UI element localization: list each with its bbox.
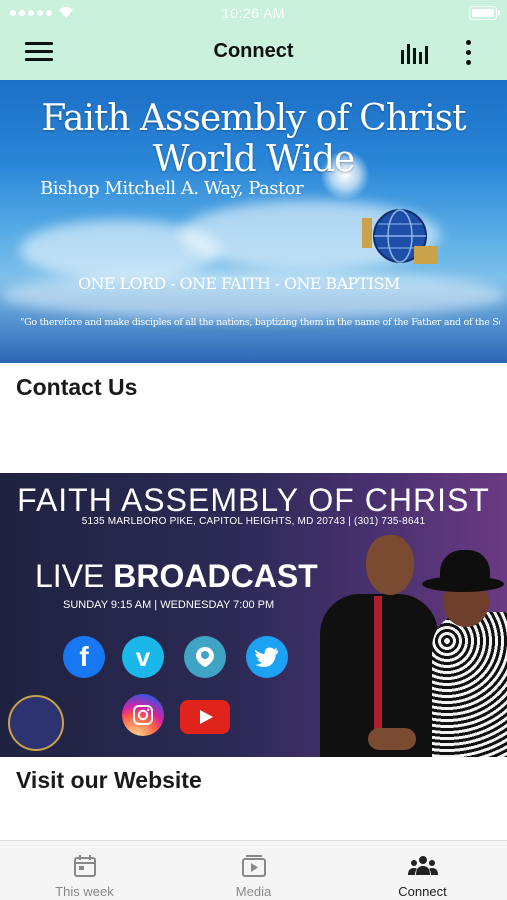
top-header: 10:26 AM Connect <box>0 0 507 80</box>
live-word: BROADCAST <box>113 558 318 594</box>
youtube-icon[interactable] <box>180 700 230 734</box>
first-lady-figure <box>432 612 507 757</box>
bottom-navigation: This week Media Connect <box>0 840 507 900</box>
facebook-icon[interactable]: f <box>63 636 105 678</box>
broadcast-church-title: FAITH ASSEMBLY OF CHRIST <box>17 482 490 518</box>
pastor-hands <box>368 728 416 750</box>
banner-pastor-name: Bishop Mitchell A. Way, Pastor <box>40 178 304 199</box>
status-bar: 10:26 AM <box>0 0 507 28</box>
app-bar: Connect <box>0 28 507 80</box>
live-broadcast-title: LIVE BROADCAST <box>35 558 318 595</box>
status-time: 10:26 AM <box>221 5 286 21</box>
banner-motto: ONE LORD - ONE FAITH - ONE BAPTISM <box>78 274 400 293</box>
nav-media[interactable]: Media <box>169 841 338 900</box>
calendar-icon <box>73 855 96 877</box>
contact-us-heading[interactable]: Contact Us <box>16 374 137 401</box>
nav-this-week[interactable]: This week <box>0 841 169 900</box>
pastor-head <box>366 535 414 595</box>
nav-label-media: Media <box>235 884 272 899</box>
equalizer-bars-icon[interactable] <box>399 42 429 64</box>
live-prefix: LIVE <box>35 558 105 594</box>
more-vertical-icon[interactable] <box>458 40 478 68</box>
periscope-icon[interactable] <box>184 636 226 678</box>
banner-church-title: Faith Assembly of Christ World Wide <box>41 98 466 180</box>
twitter-icon[interactable] <box>246 636 288 678</box>
visit-website-heading[interactable]: Visit our Website <box>16 767 202 794</box>
media-play-icon <box>241 855 266 877</box>
nav-label-this-week: This week <box>55 884 114 899</box>
broadcast-times: SUNDAY 9:15 AM | WEDNESDAY 7:00 PM <box>63 599 275 611</box>
nav-label-connect: Connect <box>398 884 447 899</box>
vimeo-icon[interactable]: v <box>122 636 164 678</box>
nav-connect[interactable]: Connect <box>338 841 507 900</box>
banner-verse: "Go therefore and make disciples of all … <box>20 317 500 328</box>
church-seal-icon <box>8 695 64 751</box>
instagram-icon[interactable] <box>122 694 164 736</box>
hat-brim <box>422 576 504 592</box>
people-group-icon <box>407 856 438 875</box>
battery-icon <box>469 6 500 20</box>
globe-logo-icon <box>362 209 438 264</box>
pastor-robe-trim <box>374 596 382 746</box>
page-title: Connect <box>213 40 294 62</box>
broadcast-address: 5135 MARLBORO PIKE, CAPITOL HEIGHTS, MD … <box>81 516 426 527</box>
